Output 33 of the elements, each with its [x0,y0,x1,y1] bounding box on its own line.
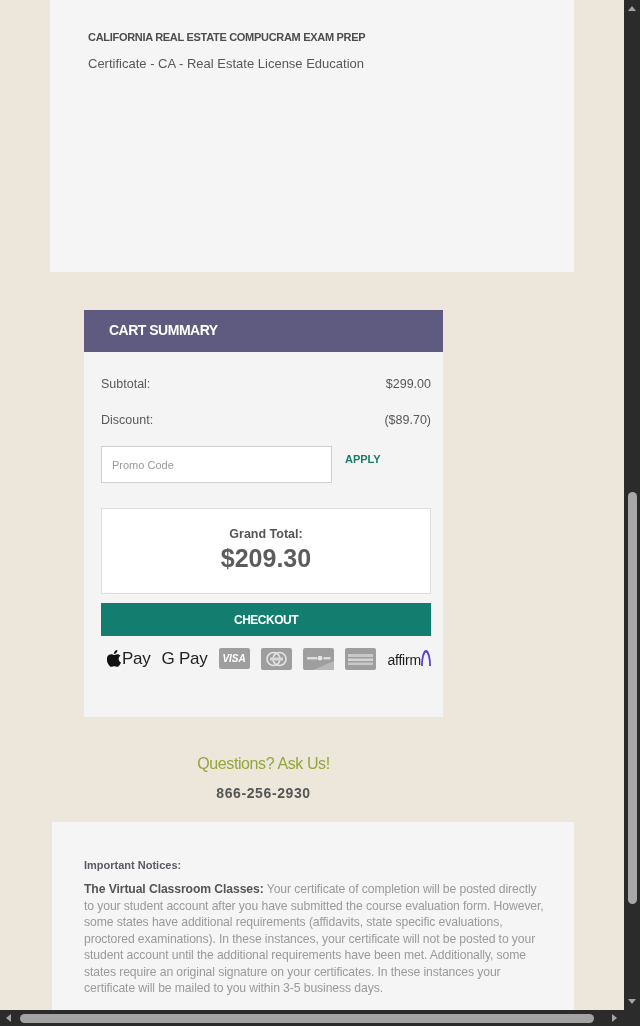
checkout-button[interactable]: CHECKOUT [101,603,431,636]
promo-code-field[interactable]: Promo Code [101,446,332,483]
line-amount: $299.00 [385,376,431,392]
grand-total-amount: $209.30 [219,543,313,573]
grand-total-label: Grand Total: [228,526,304,542]
cart-summary-header: CART SUMMARY [84,310,443,352]
line-label: Discount: [101,412,154,428]
contact-heading: Questions? Ask Us! [196,754,331,774]
logo-text: affirm [387,652,421,669]
card-circles-icon [260,647,292,670]
apply-button[interactable]: APPLY [342,452,384,466]
notices-title: Important Notices: [84,858,183,872]
up-arrow-icon[interactable] [628,6,636,11]
vertical-scrollbar[interactable] [624,0,640,1010]
pay-text: Pay [122,648,151,669]
card-logo: VISA [218,648,250,669]
scrollbar-thumb[interactable] [20,1013,594,1023]
horizontal-scrollbar[interactable] [0,1010,640,1026]
arc-icon [420,650,431,666]
card-stripe-icon [302,647,334,670]
left-arrow-icon[interactable] [6,1014,11,1022]
course-subtitle: Certificate - CA - Real Estate License Education [88,56,366,72]
apple-icon [107,650,121,667]
line-amount: ($89.70) [384,412,431,428]
notice-paragraph: The Virtual Classroom Classes: Your certificate of completion will be posted directly to your student account after you have submitted the course evaluation form. However, some states have additional requirements (affidavits, state specific evaluations, proctored examinations). In these instances, your certificate will not be posted to your student account until the additional requirements have been met. Additionally, some states require an original signature on your certificates. In these instances your certificate will be mailed to you within 3-5 business days. [84,881,545,997]
phone-number: 866-256-2930 [215,785,312,801]
down-arrow-icon[interactable] [628,999,636,1004]
right-arrow-icon[interactable] [612,1014,617,1022]
line-label: Subtotal: [101,376,151,392]
course-title: CALIFORNIA REAL ESTATE COMPUCRAM EXAM PREP [88,30,367,44]
card-bars-icon [345,647,377,670]
scrollbar-thumb[interactable] [627,492,637,904]
pay-text: G Pay [161,648,208,669]
